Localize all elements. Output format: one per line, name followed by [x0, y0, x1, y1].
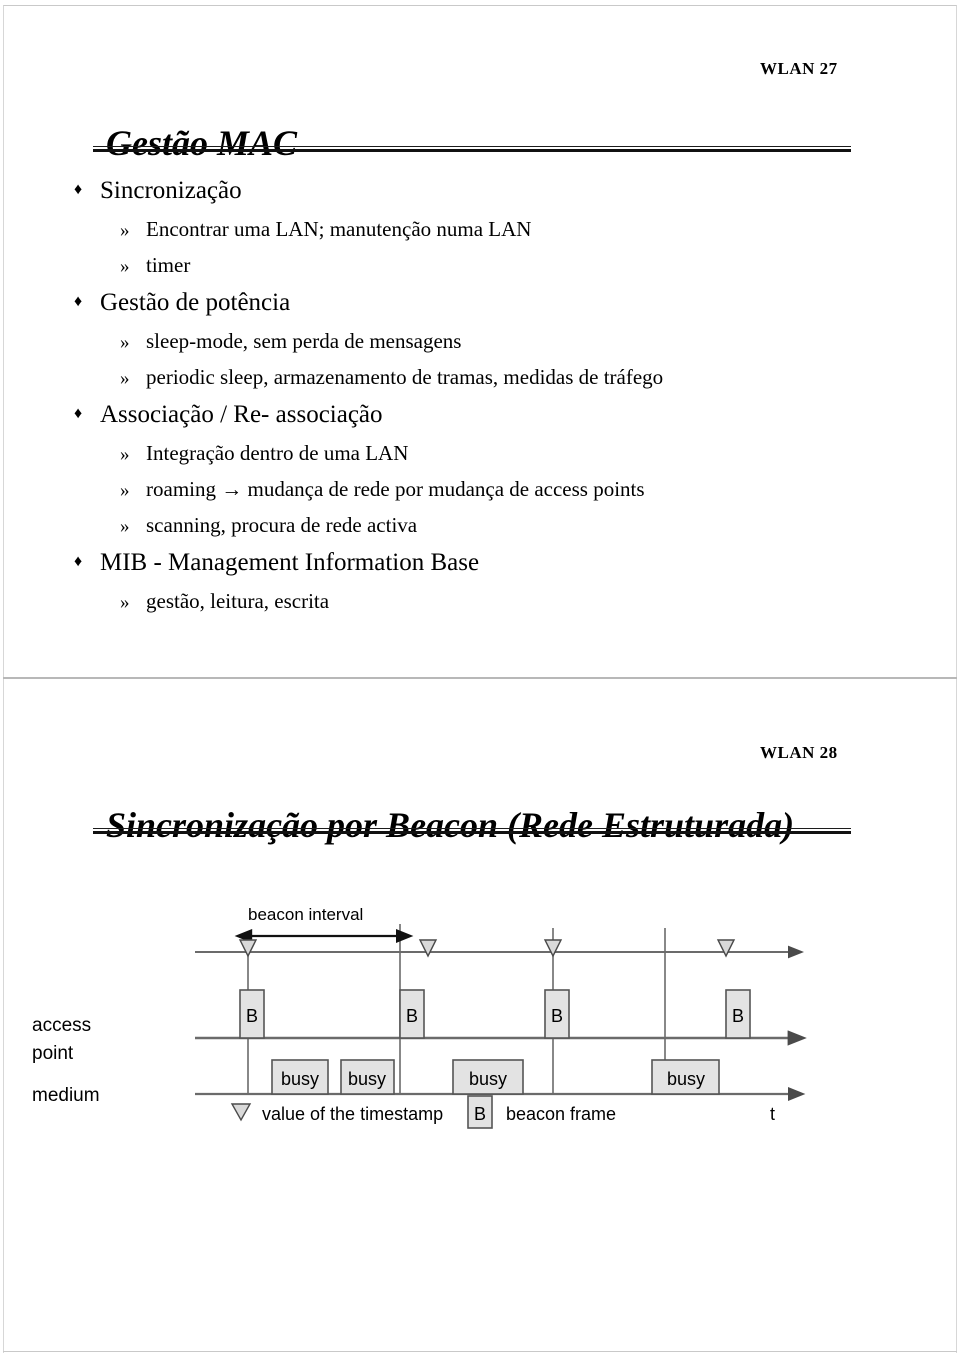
guillemet-bullet-icon: » [120, 256, 130, 277]
busy-block: busy [271, 1059, 329, 1095]
slide-number-badge: WLAN 27 [760, 59, 838, 78]
bullet-item: ♦ MIB - Management Information Base [74, 544, 894, 584]
bullet-label: roaming → mudança de rede por mudança de… [146, 477, 645, 501]
busy-block: busy [340, 1059, 395, 1095]
bullet-item: » periodic sleep, armazenamento de trama… [74, 360, 894, 396]
bullet-label: scanning, procura de rede activa [146, 513, 418, 537]
bullet-list: ♦ Sincronização » Encontrar uma LAN; man… [74, 172, 894, 620]
beacon-interval-annotation: beacon interval [234, 905, 414, 944]
guillemet-bullet-icon: » [120, 368, 130, 389]
bullet-item: » timer [74, 248, 894, 284]
bullet-label: timer [146, 253, 191, 277]
guillemet-bullet-icon: » [120, 516, 130, 537]
diagram-legend: value of the timestamp B beacon frame [230, 1095, 616, 1129]
bullet-item: ♦ Gestão de potência [74, 284, 894, 324]
bullet-item: » roaming → mudança de rede por mudança … [74, 472, 894, 508]
bullet-item: ♦ Associação / Re- associação [74, 396, 894, 436]
bullet-label: Sincronização [100, 177, 242, 204]
guillemet-bullet-icon: » [120, 220, 130, 241]
title-underline [93, 146, 851, 152]
bullet-item: » scanning, procura de rede activa [74, 508, 894, 544]
busy-label: busy [667, 1069, 705, 1089]
timestamp-triangle-icon [543, 939, 563, 958]
busy-label: busy [348, 1069, 386, 1089]
timestamp-triangle-icon [238, 939, 258, 958]
bullet-item: ♦ Sincronização [74, 172, 894, 212]
slide-number-badge: WLAN 28 [760, 743, 838, 762]
guillemet-bullet-icon: » [120, 332, 130, 353]
timestamp-axis-row [195, 939, 804, 959]
busy-block: busy [452, 1059, 524, 1095]
bullet-item: » Encontrar uma LAN; manutenção numa LAN [74, 212, 894, 248]
access-point-label-line1: access [32, 1015, 91, 1036]
bullet-label: Associação / Re- associação [100, 401, 383, 428]
legend-beacon-frame-label: beacon frame [506, 1104, 616, 1124]
time-axis-label: t [770, 1104, 775, 1124]
beacon-frame-box: B [544, 989, 570, 1039]
bullet-label: Encontrar uma LAN; manutenção numa LAN [146, 217, 532, 241]
guillemet-bullet-icon: » [120, 592, 130, 613]
beacon-frame-label: B [732, 1006, 744, 1026]
legend-timestamp-triangle-icon [230, 1103, 252, 1122]
bullet-label: Integração dentro de uma LAN [146, 441, 409, 465]
beacon-timeline-diagram: beacon interval access point B B B B med… [0, 898, 960, 1148]
beacon-frame-box: B [725, 989, 751, 1039]
busy-block: busy [651, 1059, 720, 1095]
bullet-item: » gestão, leitura, escrita [74, 584, 894, 620]
beacon-frame-box: B [239, 989, 265, 1039]
access-point-label-line2: point [32, 1043, 74, 1064]
bullet-label: sleep-mode, sem perda de mensagens [146, 329, 462, 353]
page-title: Gestão MAC [106, 123, 298, 164]
bullet-label: periodic sleep, armazenamento de tramas,… [146, 365, 664, 389]
bullet-label: MIB - Management Information Base [100, 549, 480, 576]
diamond-bullet-icon: ♦ [74, 405, 83, 422]
slide-sincronizacao-beacon: WLAN 28 Sincronização por Beacon (Rede E… [0, 678, 960, 1357]
slide-gestao-mac: WLAN 27 Gestão MAC ♦ Sincronização » Enc… [0, 0, 960, 678]
beacon-frame-label: B [246, 1006, 258, 1026]
guillemet-bullet-icon: » [120, 480, 130, 501]
timestamp-triangle-icon [418, 939, 438, 958]
title-underline [93, 828, 851, 834]
beacon-frame-box: B [399, 989, 425, 1039]
beacon-interval-label: beacon interval [248, 905, 363, 924]
bullet-label: Gestão de potência [100, 289, 291, 316]
beacon-timeline-svg: beacon interval access point B B B B med… [32, 905, 807, 1129]
beacon-frame-label: B [551, 1006, 563, 1026]
timestamp-triangle-icon [716, 939, 736, 958]
diamond-bullet-icon: ♦ [74, 293, 83, 310]
busy-label: busy [469, 1069, 507, 1089]
diamond-bullet-icon: ♦ [74, 553, 83, 570]
busy-label: busy [281, 1069, 319, 1089]
access-point-row: access point B B B B [32, 989, 807, 1064]
bullet-item: » sleep-mode, sem perda de mensagens [74, 324, 894, 360]
page-title: Sincronização por Beacon (Rede Estrutura… [106, 805, 795, 846]
diamond-bullet-icon: ♦ [74, 181, 83, 198]
beacon-frame-label: B [406, 1006, 418, 1026]
guillemet-bullet-icon: » [120, 444, 130, 465]
legend-timestamp-label: value of the timestamp [262, 1104, 443, 1124]
bullet-label: gestão, leitura, escrita [146, 589, 330, 613]
medium-label: medium [32, 1085, 100, 1106]
legend-beacon-frame-symbol: B [474, 1104, 486, 1124]
bullet-item: » Integração dentro de uma LAN [74, 436, 894, 472]
